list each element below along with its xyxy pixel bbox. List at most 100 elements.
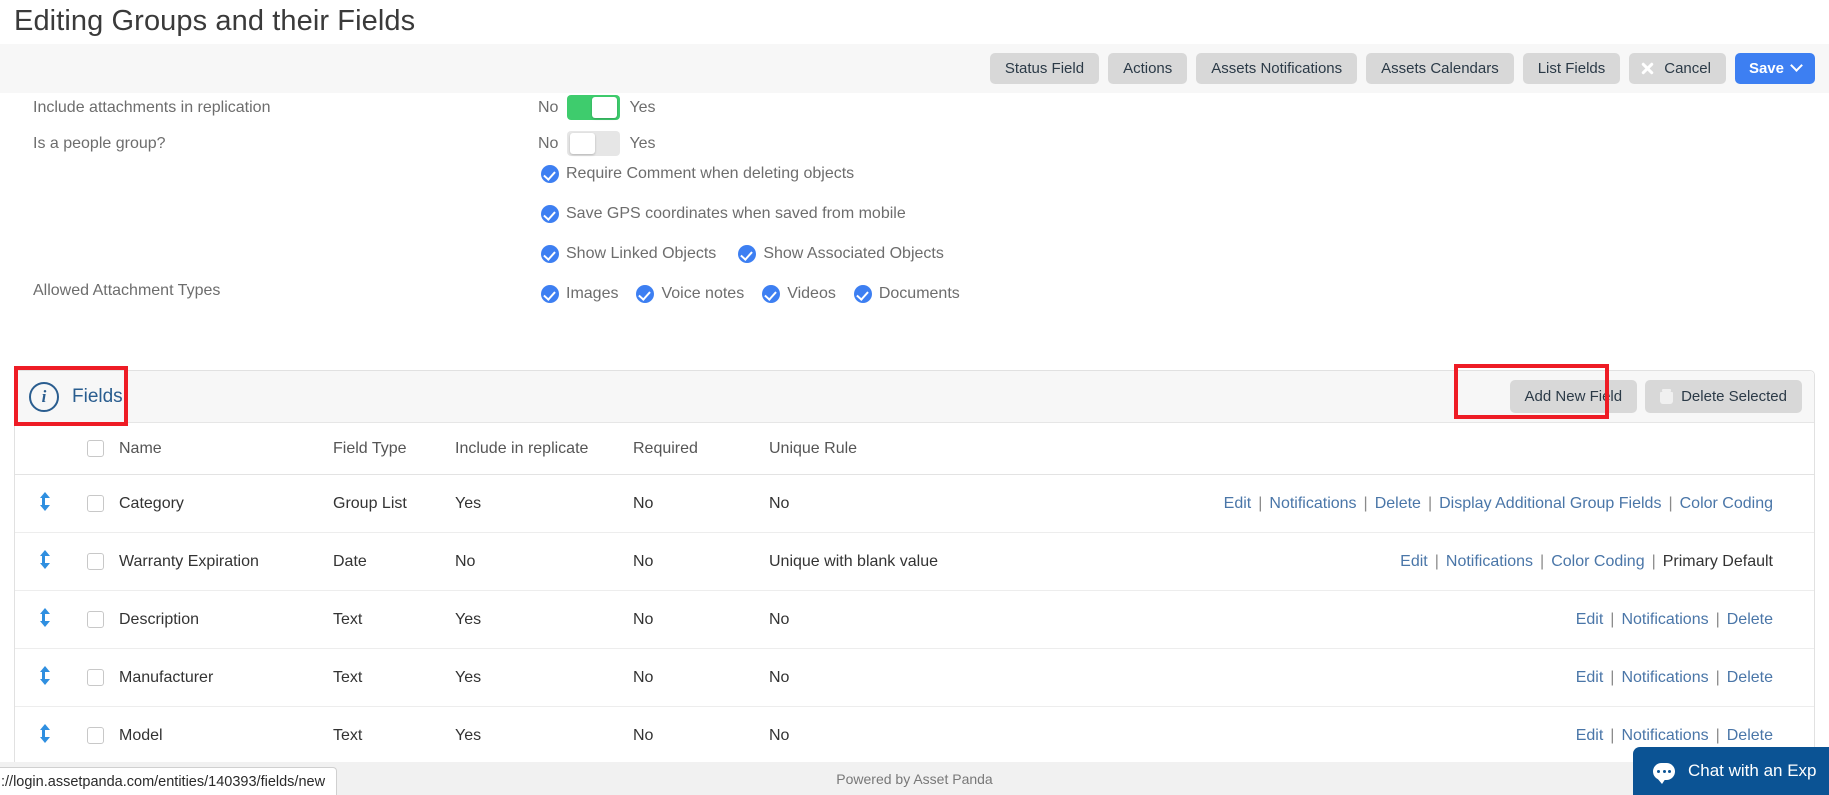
cell-name: Category bbox=[119, 474, 333, 533]
cell-field-type: Text bbox=[333, 648, 455, 707]
list-fields-button[interactable]: List Fields bbox=[1522, 53, 1621, 84]
header-actions bbox=[981, 423, 1814, 475]
show-associated-objects-checkbox-item[interactable]: Show Associated Objects bbox=[738, 245, 944, 263]
cell-include-in-replicate: Yes bbox=[455, 474, 633, 533]
attachment-images-checkbox-item[interactable]: Images bbox=[541, 285, 618, 303]
row-action-edit[interactable]: Edit bbox=[1576, 727, 1604, 744]
row-action-delete[interactable]: Delete bbox=[1727, 727, 1773, 744]
cell-select bbox=[71, 474, 119, 533]
row-checkbox[interactable] bbox=[86, 553, 104, 571]
fields-table: Name Field Type Include in replicate Req… bbox=[15, 423, 1814, 765]
row-action-notifications[interactable]: Notifications bbox=[1621, 611, 1708, 628]
row-checkbox[interactable] bbox=[86, 669, 104, 687]
row-checkbox[interactable] bbox=[86, 495, 104, 513]
cell-required: No bbox=[633, 532, 769, 591]
select-all-checkbox[interactable] bbox=[86, 440, 104, 458]
drag-handle-icon[interactable] bbox=[38, 608, 50, 627]
save-button-label: Save bbox=[1748, 60, 1784, 77]
row-action-edit[interactable]: Edit bbox=[1576, 669, 1604, 686]
table-row: Category Group List Yes No No Edit | Notificati… bbox=[15, 474, 1814, 533]
cancel-button-label: Cancel bbox=[1664, 60, 1711, 77]
toggle-off-label: No bbox=[538, 98, 559, 116]
attachment-videos-label: Videos bbox=[787, 285, 836, 302]
row-checkbox[interactable] bbox=[86, 727, 104, 745]
action-separator: | bbox=[1434, 553, 1439, 570]
row-action-delete[interactable]: Delete bbox=[1727, 669, 1773, 686]
row-action-notifications[interactable]: Notifications bbox=[1621, 727, 1708, 744]
cell-field-type: Text bbox=[333, 706, 455, 765]
cancel-button[interactable]: Cancel bbox=[1629, 53, 1726, 84]
header-field-type: Field Type bbox=[333, 423, 455, 475]
row-action-delete[interactable]: Delete bbox=[1727, 611, 1773, 628]
header-name: Name bbox=[119, 423, 333, 475]
add-new-field-button[interactable]: Add New Field bbox=[1509, 380, 1638, 413]
row-action-notifications[interactable]: Notifications bbox=[1621, 669, 1708, 686]
cell-unique-rule: No bbox=[769, 590, 981, 649]
check-icon bbox=[541, 205, 559, 223]
attachment-videos-checkbox-item[interactable]: Videos bbox=[762, 285, 836, 303]
cell-drag bbox=[15, 648, 71, 707]
page-title: Editing Groups and their Fields bbox=[14, 5, 416, 37]
trash-icon bbox=[1660, 389, 1674, 404]
cell-name: Description bbox=[119, 590, 333, 649]
chat-widget[interactable]: Chat with an Exp bbox=[1633, 747, 1829, 795]
action-separator: | bbox=[1427, 495, 1433, 512]
action-separator: | bbox=[1715, 727, 1720, 744]
actions-button[interactable]: Actions bbox=[1108, 53, 1188, 84]
row-action-display-additional-group-fields[interactable]: Display Additional Group Fields bbox=[1439, 495, 1661, 512]
fields-panel-header: i Fields Add New Field Delete Selected bbox=[15, 371, 1814, 423]
drag-handle-icon[interactable] bbox=[38, 492, 50, 511]
row-action-notifications[interactable]: Notifications bbox=[1446, 553, 1533, 570]
fields-table-head: Name Field Type Include in replicate Req… bbox=[15, 423, 1814, 475]
row-action-color-coding[interactable]: Color Coding bbox=[1551, 553, 1644, 570]
cell-required: No bbox=[633, 590, 769, 649]
toggle-on-label: Yes bbox=[629, 134, 656, 152]
row-action-edit[interactable]: Edit bbox=[1576, 611, 1604, 628]
check-icon bbox=[541, 165, 559, 183]
attachment-types-options: Images Voice notes Videos Documents bbox=[541, 285, 978, 303]
cell-unique-rule: No bbox=[769, 648, 981, 707]
row-action-notifications[interactable]: Notifications bbox=[1269, 495, 1356, 512]
drag-handle-icon[interactable] bbox=[38, 666, 50, 685]
assets-notifications-button[interactable]: Assets Notifications bbox=[1196, 53, 1358, 84]
cell-select bbox=[71, 648, 119, 707]
cell-name: Model bbox=[119, 706, 333, 765]
row-action-color-coding[interactable]: Color Coding bbox=[1680, 495, 1773, 512]
cell-actions: Edit | Notifications | Delete | Display Additi… bbox=[981, 474, 1814, 533]
drag-handle-icon[interactable] bbox=[38, 550, 50, 569]
header-include-in-replicate: Include in replicate bbox=[455, 423, 633, 475]
show-linked-objects-checkbox-item[interactable]: Show Linked Objects bbox=[541, 245, 716, 263]
drag-handle-icon[interactable] bbox=[38, 724, 50, 743]
toggle-off-label: No bbox=[538, 134, 559, 152]
fields-table-body: Category Group List Yes No No Edit | Notificati… bbox=[15, 474, 1814, 765]
row-action-edit[interactable]: Edit bbox=[1224, 495, 1252, 512]
check-icon bbox=[738, 245, 757, 263]
save-button[interactable]: Save bbox=[1734, 53, 1815, 84]
cell-select bbox=[71, 590, 119, 649]
table-row: Warranty Expiration Date No No Unique with b… bbox=[15, 532, 1814, 591]
status-field-button[interactable]: Status Field bbox=[989, 53, 1100, 84]
delete-selected-label: Delete Selected bbox=[1681, 388, 1787, 405]
attachment-voice-notes-checkbox-item[interactable]: Voice notes bbox=[636, 285, 744, 303]
cell-select bbox=[71, 532, 119, 591]
delete-selected-button[interactable]: Delete Selected bbox=[1645, 380, 1802, 413]
attachment-documents-checkbox-item[interactable]: Documents bbox=[853, 285, 960, 303]
require-comment-checkbox-item[interactable]: Require Comment when deleting objects bbox=[541, 165, 854, 183]
info-icon: i bbox=[29, 381, 59, 412]
cell-unique-rule: No bbox=[769, 706, 981, 765]
save-gps-checkbox-item[interactable]: Save GPS coordinates when saved from mob… bbox=[541, 205, 906, 223]
row-action-edit[interactable]: Edit bbox=[1400, 553, 1428, 570]
toggle-knob bbox=[570, 133, 596, 154]
people-group-toggle[interactable] bbox=[567, 131, 621, 156]
show-objects-row: Show Linked Objects Show Associated Obje… bbox=[541, 245, 962, 263]
action-separator: | bbox=[1668, 495, 1673, 512]
save-gps-row: Save GPS coordinates when saved from mob… bbox=[541, 205, 924, 223]
cell-required: No bbox=[633, 474, 769, 533]
action-separator: | bbox=[1363, 495, 1368, 512]
cell-drag bbox=[15, 706, 71, 765]
row-checkbox[interactable] bbox=[86, 611, 104, 629]
assets-calendars-button[interactable]: Assets Calendars bbox=[1366, 53, 1514, 84]
header-unique-rule: Unique Rule bbox=[769, 423, 981, 475]
row-action-delete[interactable]: Delete bbox=[1375, 495, 1421, 512]
include-attachments-toggle[interactable] bbox=[567, 95, 621, 120]
